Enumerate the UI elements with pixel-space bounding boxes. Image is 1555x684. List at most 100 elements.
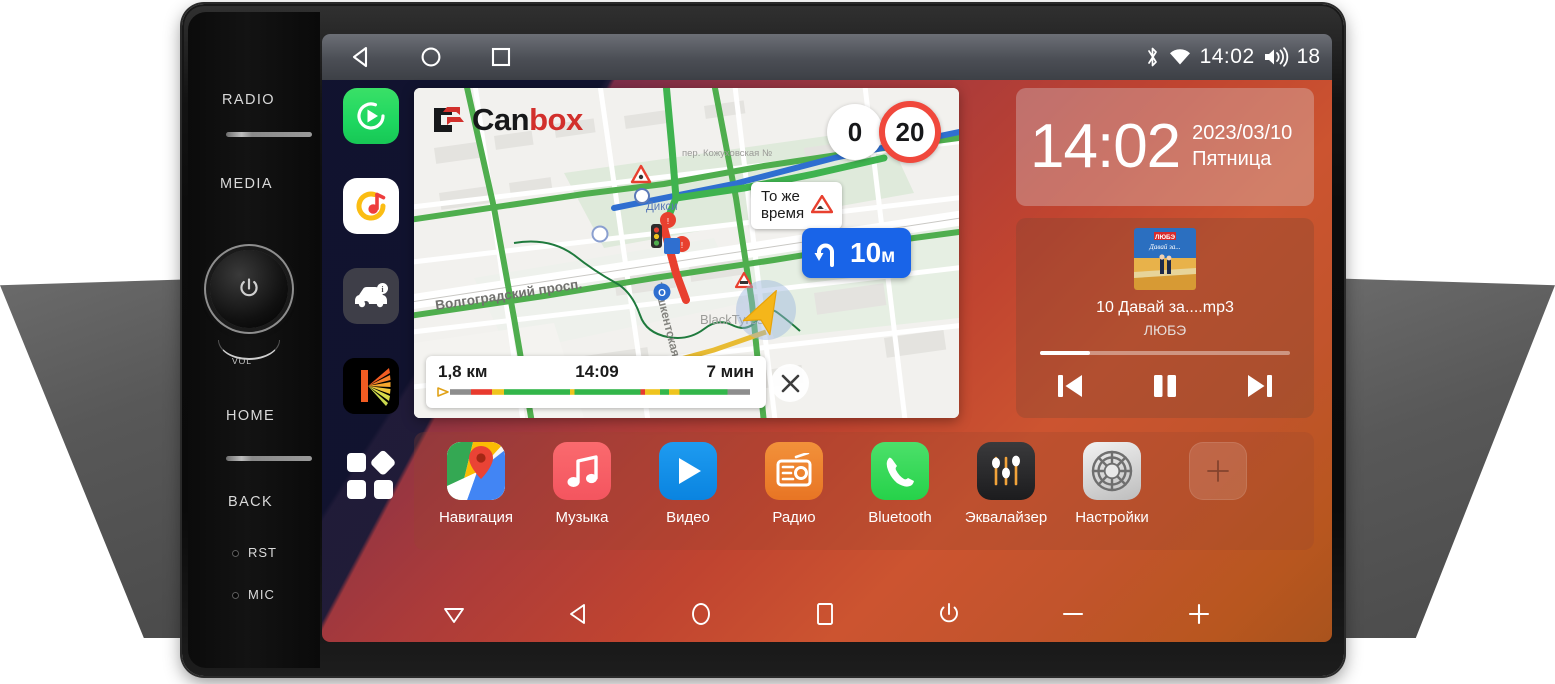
- dock-label-radio: Радио: [772, 509, 816, 526]
- bezel-slot-bottom: [226, 456, 312, 461]
- recents-square-icon[interactable]: [488, 44, 514, 70]
- svg-text:пер. Кожуховская №: пер. Кожуховская №: [682, 148, 772, 159]
- mic-pinhole: [232, 592, 239, 599]
- dock-label-bluetooth: Bluetooth: [868, 509, 932, 526]
- system-nav-bar: [322, 586, 1332, 642]
- dock-item-add[interactable]: [1172, 442, 1264, 509]
- touchscreen[interactable]: 14:02 18 i Волгоградский просп. Ташкентс…: [322, 34, 1332, 642]
- rail-item-yandex-music[interactable]: [343, 178, 399, 234]
- back-triangle-icon[interactable]: [348, 44, 374, 70]
- play-circle-icon: [357, 102, 385, 130]
- track-artist: ЛЮБЭ: [1143, 322, 1187, 338]
- status-bar-volume-value: 18: [1296, 45, 1320, 68]
- reset-pinhole[interactable]: [232, 550, 239, 557]
- maneuver-distance-unit: м: [881, 246, 896, 267]
- dock-item-radio[interactable]: Радио: [748, 442, 840, 526]
- plus-icon[interactable]: [1185, 600, 1213, 628]
- svg-text:!: !: [667, 217, 669, 226]
- tooltip-line-1: То же: [761, 188, 800, 205]
- lyube-album-cover: ЛЮБЭ Давай за...: [1134, 228, 1196, 290]
- square-icon[interactable]: [812, 600, 838, 628]
- svg-text:O: O: [658, 288, 666, 299]
- route-close-button[interactable]: [771, 364, 809, 402]
- minus-icon[interactable]: [1059, 600, 1087, 628]
- app-rail: i: [336, 88, 406, 504]
- triangle-left-icon[interactable]: [565, 601, 591, 627]
- media-button-label[interactable]: MEDIA: [220, 176, 273, 192]
- clock-widget-weekday: Пятница: [1192, 147, 1272, 170]
- rail-item-car-info[interactable]: i: [343, 268, 399, 324]
- clock-widget-meta: 2023/03/10 Пятница: [1192, 120, 1292, 175]
- grid-squares-icon: [347, 450, 395, 499]
- play-triangle-icon: [659, 442, 717, 500]
- music-note-icon: [553, 442, 611, 500]
- dock-item-equalizer[interactable]: Эквалайзер: [960, 442, 1052, 526]
- pause-icon[interactable]: [1151, 371, 1179, 401]
- dash-trim-right: [1323, 278, 1555, 638]
- speaker-icon: [1264, 47, 1288, 67]
- dock-label-music: Музыка: [555, 509, 609, 526]
- svg-text:Дикси: Дикси: [646, 201, 678, 213]
- route-summary-panel: 1,8 км 14:09 7 мин: [426, 356, 766, 408]
- bluetooth-icon: [1147, 47, 1157, 67]
- dock-item-music[interactable]: Музыка: [536, 442, 628, 526]
- wifi-icon: [1169, 49, 1190, 65]
- track-progress-fill: [1040, 351, 1090, 355]
- power-volume-knob[interactable]: [210, 250, 288, 328]
- radio-icon: [765, 442, 823, 500]
- phone-handset-icon: [871, 442, 929, 500]
- back-button-label[interactable]: BACK: [228, 494, 273, 510]
- head-unit-body: RADIO MEDIA VOL HOME BACK RST MIC 14:02 …: [182, 4, 1344, 676]
- clock-widget-date: 2023/03/10: [1192, 121, 1293, 144]
- home-circle-icon[interactable]: [418, 44, 444, 70]
- clock-widget[interactable]: 14:02 2023/03/10 Пятница: [1016, 88, 1314, 206]
- rail-item-app-drawer[interactable]: [343, 448, 399, 504]
- maneuver-bubble: 10м: [802, 228, 912, 278]
- dock-label-navigation: Навигация: [438, 509, 514, 526]
- dock-item-settings[interactable]: Настройки: [1066, 442, 1158, 526]
- power-icon[interactable]: [936, 600, 962, 628]
- plus-add-icon: [1189, 442, 1247, 500]
- dock-item-navigation[interactable]: Навигация: [430, 442, 522, 526]
- track-title: 10 Давай за....mp3: [1096, 299, 1234, 316]
- triangle-down-icon[interactable]: [441, 601, 467, 627]
- canbox-watermark: Canbox: [432, 102, 583, 138]
- status-indicators: 14:02 18: [1145, 34, 1320, 80]
- music-widget[interactable]: ЛЮБЭ Давай за... 10 Давай за....mp3 ЛЮБЭ: [1016, 218, 1314, 418]
- skip-previous-icon[interactable]: [1055, 371, 1085, 401]
- dock-item-video[interactable]: Видео: [642, 442, 734, 526]
- control-bezel: RADIO MEDIA VOL HOME BACK RST MIC: [188, 12, 320, 668]
- canbox-logo-mark: [434, 107, 464, 132]
- screenshot-root: RADIO MEDIA VOL HOME BACK RST MIC 14:02 …: [0, 0, 1555, 684]
- bezel-slot-top: [226, 132, 312, 137]
- music-note-circle-icon: [356, 191, 386, 221]
- k-rays-icon: [343, 358, 399, 414]
- mic-label: MIC: [248, 587, 275, 602]
- maps-pin-icon: [447, 442, 505, 500]
- canbox-wordmark: Canbox: [472, 102, 583, 138]
- route-eta: 14:09: [575, 362, 619, 381]
- skip-next-icon[interactable]: [1245, 371, 1275, 401]
- close-x-icon: [781, 374, 799, 392]
- track-progress-bar[interactable]: [1040, 351, 1290, 355]
- canbox-text-part1: Can: [472, 102, 530, 137]
- home-button-label[interactable]: HOME: [226, 408, 275, 424]
- power-icon: [240, 278, 258, 297]
- route-traffic-bar: [436, 387, 758, 397]
- status-nav-icons: [348, 44, 514, 70]
- status-bar-clock: 14:02: [1199, 45, 1255, 68]
- vol-label: VOL: [232, 356, 253, 366]
- navigation-map-card[interactable]: Волгоградский просп. Ташкентская ул. Дик…: [414, 88, 959, 418]
- rail-item-kaspersky[interactable]: [343, 358, 399, 414]
- rail-item-carplay[interactable]: [343, 88, 399, 144]
- android-status-bar: 14:02 18: [322, 34, 1332, 80]
- speed-limit-sign: 20: [879, 101, 941, 163]
- radio-button-label[interactable]: RADIO: [222, 92, 275, 108]
- u-turn-left-icon: [814, 243, 834, 267]
- svg-text:ЛЮБЭ: ЛЮБЭ: [1155, 234, 1176, 241]
- dock-label-settings: Настройки: [1075, 509, 1149, 526]
- route-stats-row: 1,8 км 14:09 7 мин: [436, 360, 758, 382]
- maneuver-distance-value: 10: [850, 237, 882, 268]
- dock-item-bluetooth[interactable]: Bluetooth: [854, 442, 946, 526]
- circle-icon[interactable]: [688, 600, 714, 628]
